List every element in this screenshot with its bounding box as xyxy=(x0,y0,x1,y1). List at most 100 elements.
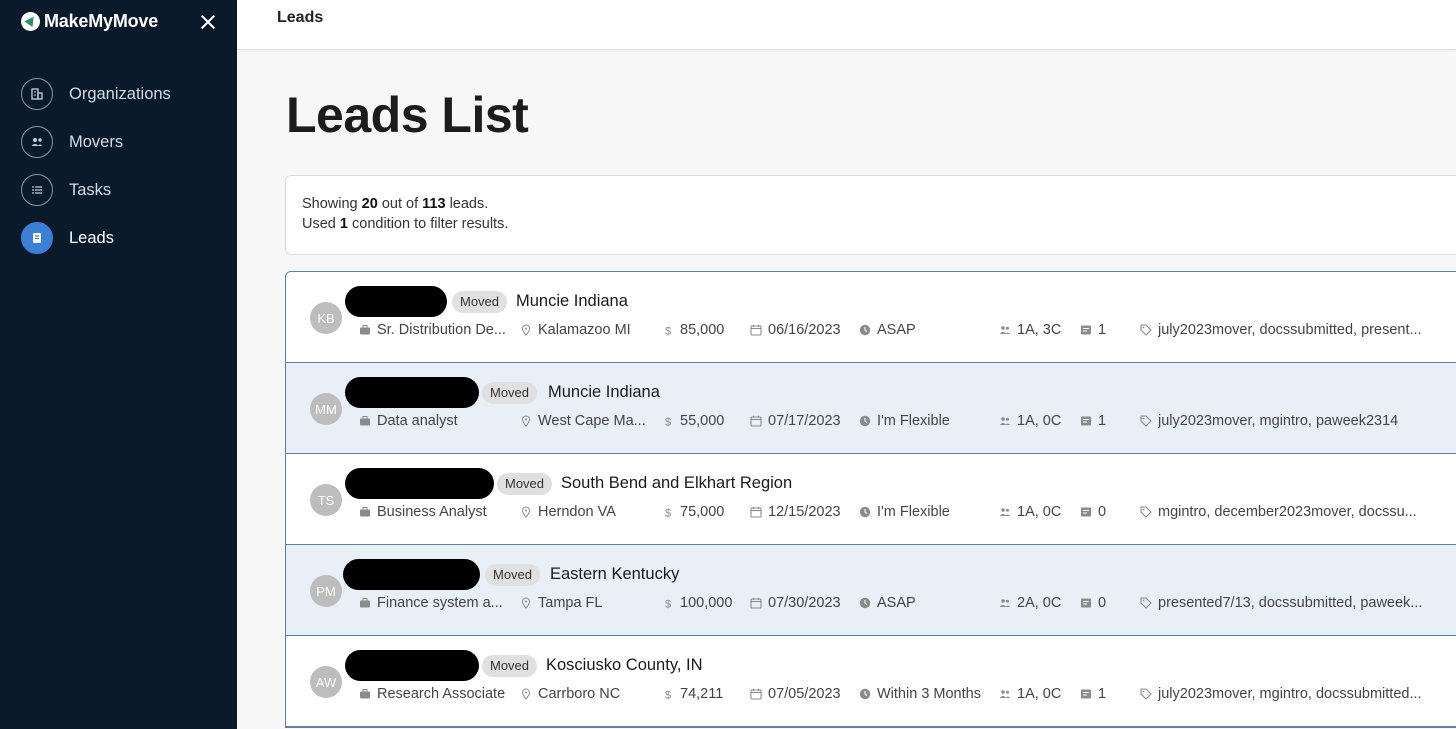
close-sidebar-button[interactable] xyxy=(197,11,219,33)
destination-location: Muncie Indiana xyxy=(516,292,628,310)
avatar: PM xyxy=(310,575,342,607)
timeline: I'm Flexible xyxy=(859,413,989,429)
lead-row[interactable]: TS Moved South Bend and Elkhart Region Busi… xyxy=(286,454,1456,545)
family-icon xyxy=(999,690,1011,698)
salary: $55,000 xyxy=(662,413,742,429)
tag-icon xyxy=(1140,688,1152,700)
tags: july2023mover, docssubmitted, present... xyxy=(1140,322,1440,338)
svg-text:$: $ xyxy=(665,417,671,428)
dollar-icon: $ xyxy=(665,690,671,701)
family-size: 2A, 0C xyxy=(999,595,1074,611)
origin-location: Carrboro NC xyxy=(520,686,648,702)
lead-row[interactable]: KB Moved Muncie Indiana Sr. Distribution De… xyxy=(286,272,1456,363)
documents-icon xyxy=(1081,325,1091,335)
destination-location: Muncie Indiana xyxy=(548,383,660,401)
destination-location: South Bend and Elkhart Region xyxy=(561,474,793,492)
timeline: Within 3 Months xyxy=(859,686,989,702)
building-icon xyxy=(21,78,53,110)
job-title: Sr. Distribution De... xyxy=(359,322,509,338)
briefcase-icon xyxy=(360,325,370,335)
origin-location: Tampa FL xyxy=(520,595,648,611)
lead-row[interactable]: MM Moved Muncie Indiana Data analyst West Ca… xyxy=(286,363,1456,454)
tag-icon xyxy=(1140,506,1152,518)
status-badge: Moved xyxy=(482,655,538,677)
family-size: 1A, 0C xyxy=(999,504,1074,520)
sidebar-item-leads[interactable]: Leads xyxy=(0,214,237,262)
family-size: 1A, 3C xyxy=(999,322,1074,338)
sidebar-item-label: Organizations xyxy=(69,84,171,103)
sidebar-nav: Organizations Movers Tasks Leads xyxy=(0,70,237,262)
calendar-icon xyxy=(750,415,762,427)
timeline: ASAP xyxy=(859,322,989,338)
brand-name: MakeMyMove xyxy=(44,11,159,31)
family-icon xyxy=(999,326,1011,334)
document-icon xyxy=(21,222,53,254)
lead-row[interactable]: AW Moved Kosciusko County, IN Research Asso… xyxy=(286,636,1456,727)
briefcase-icon xyxy=(360,507,370,517)
location-pin-icon xyxy=(521,506,531,518)
move-date: 07/05/2023 xyxy=(750,686,850,702)
sidebar: MakeMyMove Organizations Movers Tasks Le… xyxy=(0,0,237,729)
salary: $74,211 xyxy=(662,686,742,702)
list-icon xyxy=(21,174,53,206)
avatar: MM xyxy=(310,393,342,425)
family-size: 1A, 0C xyxy=(999,413,1074,429)
avatar: TS xyxy=(310,484,342,516)
lead-row[interactable]: PM Moved Eastern Kentucky Finance system a.… xyxy=(286,545,1456,636)
salary: $75,000 xyxy=(662,504,742,520)
calendar-icon xyxy=(750,324,762,336)
family-size: 1A, 0C xyxy=(999,686,1074,702)
tag-icon xyxy=(1140,324,1152,336)
timeline: I'm Flexible xyxy=(859,504,989,520)
move-date: 07/17/2023 xyxy=(750,413,850,429)
logo-icon xyxy=(21,12,40,31)
dollar-icon: $ xyxy=(665,599,671,610)
sidebar-item-movers[interactable]: Movers xyxy=(0,118,237,166)
leads-list: KB Moved Muncie Indiana Sr. Distribution De… xyxy=(285,271,1456,728)
sidebar-item-label: Movers xyxy=(69,132,124,151)
redacted-name xyxy=(345,650,479,681)
location-pin-icon xyxy=(521,324,531,336)
tag-icon xyxy=(1140,597,1152,609)
clock-icon xyxy=(859,324,871,336)
clock-icon xyxy=(859,597,871,609)
topbar: Leads xyxy=(237,0,1456,50)
documents-icon xyxy=(1081,507,1091,517)
svg-text:$: $ xyxy=(665,326,671,337)
tags: july2023mover, mgintro, docssubmitted... xyxy=(1140,686,1440,702)
status-badge: Moved xyxy=(452,291,508,313)
family-icon xyxy=(999,599,1011,607)
status-badge: Moved xyxy=(497,473,553,495)
total-count: 113 xyxy=(422,196,446,212)
breadcrumb: Leads xyxy=(277,9,324,26)
documents-count: 1 xyxy=(1080,322,1120,338)
location-pin-icon xyxy=(521,597,531,609)
family-icon xyxy=(999,508,1011,516)
dollar-icon: $ xyxy=(665,417,671,428)
dollar-icon: $ xyxy=(665,326,671,337)
location-pin-icon xyxy=(521,688,531,700)
tags: mgintro, december2023mover, docssu... xyxy=(1140,504,1440,520)
status-badge: Moved xyxy=(482,382,538,404)
origin-location: Kalamazoo MI xyxy=(520,322,648,338)
move-date: 07/30/2023 xyxy=(750,595,850,611)
people-icon xyxy=(21,126,53,158)
tag-icon xyxy=(1140,415,1152,427)
sidebar-item-tasks[interactable]: Tasks xyxy=(0,166,237,214)
documents-count: 1 xyxy=(1080,413,1120,429)
documents-icon xyxy=(1081,416,1091,426)
salary: $85,000 xyxy=(662,322,742,338)
svg-text:$: $ xyxy=(665,599,671,610)
documents-count: 0 xyxy=(1080,504,1120,520)
origin-location: West Cape Ma... xyxy=(520,413,648,429)
job-title: Data analyst xyxy=(359,413,509,429)
calendar-icon xyxy=(750,688,762,700)
job-title: Business Analyst xyxy=(359,504,509,520)
dollar-icon: $ xyxy=(665,508,671,519)
job-title: Finance system a... xyxy=(359,595,509,611)
brand[interactable]: MakeMyMove xyxy=(21,11,158,32)
destination-location: Kosciusko County, IN xyxy=(546,656,703,674)
redacted-name xyxy=(343,559,480,590)
sidebar-item-label: Tasks xyxy=(69,180,112,199)
sidebar-item-organizations[interactable]: Organizations xyxy=(0,70,237,118)
